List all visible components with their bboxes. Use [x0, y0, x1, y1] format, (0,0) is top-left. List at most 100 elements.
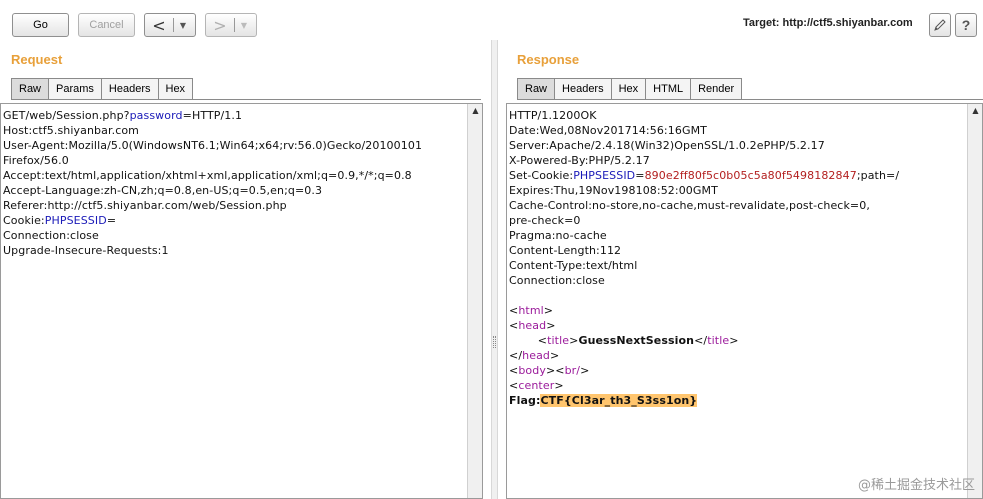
response-tab-render[interactable]: Render: [691, 78, 743, 100]
request-tab-hex[interactable]: Hex: [158, 78, 194, 100]
response-line: <body><br/>: [509, 363, 966, 378]
text-segment: HTTP/1.1200OK: [509, 109, 597, 122]
request-line: Cookie:PHPSESSID=: [3, 213, 466, 228]
response-tab-html[interactable]: HTML: [646, 78, 692, 100]
text-segment: </: [694, 334, 708, 347]
pencil-icon: [934, 19, 946, 31]
back-arrow-icon: <: [152, 15, 166, 35]
text-segment: title: [707, 334, 730, 347]
request-line: Upgrade-Insecure-Requests:1: [3, 243, 466, 258]
help-button[interactable]: ?: [955, 13, 977, 37]
request-tab-params[interactable]: Params: [49, 78, 102, 100]
edit-target-button[interactable]: [929, 13, 951, 37]
text-segment: <: [509, 379, 519, 392]
request-line: User-Agent:Mozilla/5.0(WindowsNT6.1;Win6…: [3, 138, 466, 153]
text-segment: Set-Cookie:: [509, 169, 574, 182]
response-line: </head>: [509, 348, 966, 363]
response-line: HTTP/1.1200OK: [509, 108, 966, 123]
text-segment: PHPSESSID: [44, 214, 107, 227]
pane-splitter[interactable]: [491, 40, 498, 499]
request-text: GET/web/Session.php?password=HTTP/1.1 Hos…: [3, 108, 466, 258]
scroll-up-icon[interactable]: ▲: [968, 106, 982, 115]
text-segment: GuessNextSession: [578, 334, 695, 347]
response-line: Cache-Control:no-store,no-cache,must-rev…: [509, 198, 966, 213]
request-line: GET/web/Session.php?password=HTTP/1.1: [3, 108, 466, 123]
response-line: pre-check=0: [509, 213, 966, 228]
text-segment: Connection:close: [3, 229, 99, 242]
text-segment: Accept:text/html,application/xhtml+xml,a…: [3, 169, 412, 182]
text-segment: Content-Type:text/html: [509, 259, 638, 272]
request-tab-raw[interactable]: Raw: [11, 78, 50, 100]
response-title: Response: [517, 52, 580, 67]
response-line: <head>: [509, 318, 966, 333]
text-segment: 890e2ff80f5c0b05c5a80f5498182847: [644, 169, 857, 182]
text-segment: br/: [564, 364, 581, 377]
request-line: Accept-Language:zh-CN,zh;q=0.8,en-US;q=0…: [3, 183, 466, 198]
response-tabs-underline: [517, 99, 983, 100]
text-segment: GET/web/Session.php?: [3, 109, 130, 122]
request-title: Request: [11, 52, 63, 67]
text-segment: pre-check=0: [509, 214, 581, 227]
request-line: Firefox/56.0: [3, 153, 466, 168]
forward-button[interactable]: > ▼: [205, 13, 257, 37]
text-segment: Date:Wed,08Nov201714:56:16GMT: [509, 124, 707, 137]
response-line: Pragma:no-cache: [509, 228, 966, 243]
text-segment: >: [543, 304, 554, 317]
text-segment: >: [580, 364, 590, 377]
text-segment: head: [522, 349, 550, 362]
text-segment: body: [518, 364, 546, 377]
request-tab-headers[interactable]: Headers: [101, 78, 159, 100]
text-segment: Content-Length:112: [509, 244, 622, 257]
text-segment: >: [729, 334, 739, 347]
response-tabs: Raw Headers Hex HTML Render: [517, 78, 743, 100]
response-text: HTTP/1.1200OK Date:Wed,08Nov201714:56:16G…: [509, 108, 966, 408]
text-segment: Referer:http://ctf5.shiyanbar.com/web/Se…: [3, 199, 287, 212]
text-segment: User-Agent:Mozilla/5.0(WindowsNT6.1;Win6…: [3, 139, 423, 152]
text-segment: Upgrade-Insecure-Requests:1: [3, 244, 169, 257]
response-line: X-Powered-By:PHP/5.2.17: [509, 153, 966, 168]
response-line: <title>GuessNextSession</title>: [509, 333, 966, 348]
text-segment: html: [518, 304, 544, 317]
forward-history-dropdown-icon[interactable]: ▼: [235, 21, 253, 30]
text-segment: ><: [545, 364, 565, 377]
text-segment: Accept-Language:zh-CN,zh;q=0.8,en-US;q=0…: [3, 184, 323, 197]
scroll-up-icon[interactable]: ▲: [468, 106, 482, 115]
response-line: Content-Type:text/html: [509, 258, 966, 273]
text-segment: Flag:: [509, 394, 541, 407]
text-segment: Server:Apache/2.4.18(Win32)OpenSSL/1.0.2…: [509, 139, 825, 152]
request-scrollbar[interactable]: ▲: [467, 104, 482, 498]
request-tabs: Raw Params Headers Hex: [11, 78, 194, 100]
back-button[interactable]: < ▼: [144, 13, 196, 37]
text-segment: <: [509, 304, 519, 317]
text-segment: ;path=/: [856, 169, 900, 182]
text-segment: Firefox/56.0: [3, 154, 69, 167]
request-editor[interactable]: GET/web/Session.php?password=HTTP/1.1 Hos…: [0, 103, 483, 499]
response-editor[interactable]: HTTP/1.1200OK Date:Wed,08Nov201714:56:16G…: [506, 103, 983, 499]
response-line: <center>: [509, 378, 966, 393]
text-segment: <: [509, 364, 519, 377]
text-segment: Host:ctf5.shiyanbar.com: [3, 124, 139, 137]
text-segment: =: [635, 169, 645, 182]
request-tabs-underline: [11, 99, 481, 100]
text-segment: >: [546, 319, 556, 332]
response-tab-raw[interactable]: Raw: [517, 78, 556, 100]
text-segment: >: [550, 349, 560, 362]
response-scrollbar[interactable]: ▲: [967, 104, 982, 498]
response-tab-headers[interactable]: Headers: [555, 78, 612, 100]
response-line: Content-Length:112: [509, 243, 966, 258]
text-segment: Connection:close: [509, 274, 605, 287]
cancel-button[interactable]: Cancel: [78, 13, 135, 37]
text-segment: =: [106, 214, 117, 227]
watermark: @稀土掘金技术社区: [857, 478, 975, 493]
back-history-dropdown-icon[interactable]: ▼: [174, 21, 192, 30]
text-segment: >: [554, 379, 564, 392]
forward-arrow-icon: >: [213, 15, 227, 35]
response-line: Date:Wed,08Nov201714:56:16GMT: [509, 123, 966, 138]
response-tab-hex[interactable]: Hex: [611, 78, 647, 100]
response-line: Server:Apache/2.4.18(Win32)OpenSSL/1.0.2…: [509, 138, 966, 153]
response-line: Flag:CTF{Cl3ar_th3_S3ss1on}: [509, 393, 966, 408]
request-line: Host:ctf5.shiyanbar.com: [3, 123, 466, 138]
response-line: Expires:Thu,19Nov198108:52:00GMT: [509, 183, 966, 198]
text-segment: PHPSESSID: [573, 169, 636, 182]
go-button[interactable]: Go: [12, 13, 69, 37]
